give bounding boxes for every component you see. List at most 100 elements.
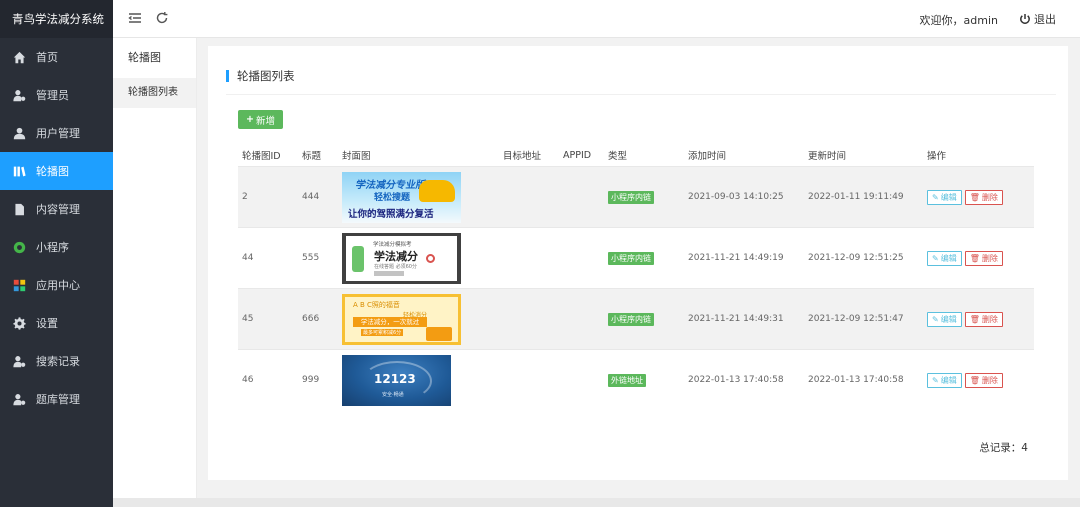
sidebar-item-label: 管理员 — [36, 89, 69, 102]
no-entry-sign-graphic — [426, 253, 435, 263]
logout-label: 退出 — [1034, 13, 1056, 26]
plus-icon: + — [246, 114, 254, 125]
sidebar-item-admin[interactable]: 管理员 — [0, 76, 113, 114]
total-records: 总记录：4 — [979, 442, 1028, 454]
edit-button[interactable]: ✎ 编辑 — [927, 250, 962, 266]
table-header: 轮播图ID 标题 封面图 目标地址 APPID 类型 添加时间 更新时间 操作 — [238, 144, 1034, 166]
delete-label: 删除 — [981, 375, 998, 385]
cover-image: 学法减分专业版 轻松搜题 让你的驾照满分复活 — [342, 171, 461, 223]
delete-button[interactable]: 🗑 删除 — [964, 372, 1003, 388]
pencil-icon: ✎ — [932, 192, 939, 202]
cell-id: 45 — [242, 314, 254, 324]
type-badge: 小程序内链 — [608, 251, 654, 265]
edit-button[interactable]: ✎ 编辑 — [927, 311, 962, 327]
truck-graphic — [426, 326, 452, 341]
cell-updated: 2021-12-09 12:51:25 — [808, 253, 904, 263]
cover-panel: 学法减分模拟考 学法减分 在线答题 必须60分 — [346, 235, 457, 281]
add-button[interactable]: + 新增 — [238, 110, 283, 129]
cell-actions: ✎ 编辑 🗑 删除 — [926, 189, 1034, 205]
cell-type: 小程序内链 — [606, 190, 686, 204]
cover-text: 让你的驾照满分复活 — [348, 208, 434, 220]
bottom-scroll-area — [113, 498, 1080, 507]
miniprogram-icon — [12, 240, 26, 254]
submenu-item-carousel-list[interactable]: 轮播图列表 — [113, 78, 196, 108]
cell-title: 555 — [302, 253, 320, 263]
cell-actions: ✎ 编辑 🗑 删除 — [926, 311, 1034, 327]
cell-added: 2021-11-21 14:49:19 — [688, 253, 784, 263]
cell-actions: ✎ 编辑 🗑 删除 — [926, 250, 1034, 266]
trash-icon: 🗑 — [969, 375, 980, 385]
cover-text: 12123 — [374, 371, 416, 386]
delete-label: 删除 — [981, 314, 998, 324]
sidebar-item-label: 题库管理 — [36, 393, 80, 406]
trash-icon: 🗑 — [969, 314, 980, 324]
menu-collapse-icon[interactable] — [128, 11, 142, 25]
gear-icon — [12, 316, 26, 330]
cell-cover: 学法减分模拟考 学法减分 在线答题 必须60分 — [338, 232, 499, 284]
add-button-label: 新增 — [255, 115, 275, 127]
cell-title: 444 — [302, 192, 320, 202]
sidebar-item-label: 轮播图 — [36, 165, 69, 178]
cell-title: 666 — [302, 314, 320, 324]
sidebar-item-apps[interactable]: 应用中心 — [0, 266, 113, 304]
table-row: 2 444 学法减分专业版 轻松搜题 让你的驾照满分复活 小程序内链 2021-… — [238, 166, 1034, 227]
cover-text: 学法减分专业版 — [354, 179, 427, 191]
sidebar-item-users[interactable]: 用户管理 — [0, 114, 113, 152]
search-record-icon — [12, 354, 26, 368]
sidebar-item-settings[interactable]: 设置 — [0, 304, 113, 342]
sidebar-item-content[interactable]: 内容管理 — [0, 190, 113, 228]
apps-icon — [12, 278, 26, 292]
cell-added: 2022-01-13 17:40:58 — [688, 375, 784, 385]
col-header-appid: APPID — [563, 149, 592, 161]
secondary-menu: 轮播图 轮播图列表 — [113, 38, 197, 507]
cell-actions: ✎ 编辑 🗑 删除 — [926, 372, 1034, 388]
trash-icon: 🗑 — [969, 192, 980, 202]
sidebar-item-label: 应用中心 — [36, 279, 80, 292]
col-header-actions: 操作 — [927, 151, 947, 162]
document-icon — [12, 202, 26, 216]
cover-image: 学法减分模拟考 学法减分 在线答题 必须60分 — [342, 232, 461, 284]
refresh-icon[interactable] — [155, 11, 169, 25]
delete-button[interactable]: 🗑 删除 — [964, 311, 1003, 327]
edit-label: 编辑 — [940, 192, 957, 202]
carousel-table: 轮播图ID 标题 封面图 目标地址 APPID 类型 添加时间 更新时间 操作 … — [238, 144, 1034, 410]
cell-cover: 学法减分专业版 轻松搜题 让你的驾照满分复活 — [338, 171, 499, 223]
delete-button[interactable]: 🗑 删除 — [964, 250, 1003, 266]
edit-button[interactable]: ✎ 编辑 — [927, 189, 962, 205]
sidebar-item-search-records[interactable]: 搜索记录 — [0, 342, 113, 380]
cell-id: 44 — [242, 253, 254, 263]
cell-added: 2021-09-03 14:10:25 — [688, 192, 784, 202]
cover-text: 学法减分，一次就过 — [353, 316, 427, 327]
welcome-text: 欢迎你，admin — [919, 14, 998, 27]
sidebar-item-miniprogram[interactable]: 小程序 — [0, 228, 113, 266]
cover-text: 最多可累积减6分 — [361, 328, 404, 336]
app-title: 青鸟学法减分系统 — [0, 0, 113, 38]
cover-text: 学法减分模拟考 — [373, 241, 412, 248]
edit-button[interactable]: ✎ 编辑 — [927, 372, 962, 388]
power-icon — [1020, 14, 1030, 24]
cell-type: 外链地址 — [606, 373, 686, 387]
sidebar-item-question-bank[interactable]: 题库管理 — [0, 380, 113, 418]
cover-text: 安全·畅通 — [382, 391, 404, 398]
home-icon — [12, 50, 26, 64]
sidebar-item-label: 内容管理 — [36, 203, 80, 216]
sidebar-item-label: 用户管理 — [36, 127, 80, 140]
pencil-icon: ✎ — [932, 253, 939, 263]
col-header-id: 轮播图ID — [242, 151, 281, 162]
type-badge: 小程序内链 — [608, 312, 654, 326]
table-row: 44 555 学法减分模拟考 学法减分 在线答题 必须60分 小程序内链 202… — [238, 227, 1034, 288]
sidebar-item-carousel[interactable]: 轮播图 — [0, 152, 113, 190]
delete-button[interactable]: 🗑 删除 — [964, 189, 1003, 205]
cover-text: 学法减分 — [374, 249, 418, 263]
cell-cover: 12123 安全·畅通 — [338, 354, 499, 406]
cell-updated: 2021-12-09 12:51:47 — [808, 314, 904, 324]
cover-bar — [374, 270, 404, 276]
col-header-title: 标题 — [302, 151, 322, 162]
cover-text: 轻松搜题 — [374, 192, 411, 203]
type-badge: 小程序内链 — [608, 190, 654, 204]
col-header-target: 目标地址 — [503, 151, 542, 162]
top-header: 欢迎你，admin 退出 — [113, 0, 1080, 38]
cell-type: 小程序内链 — [606, 251, 686, 265]
logout-button[interactable]: 退出 — [1019, 11, 1056, 27]
sidebar-item-home[interactable]: 首页 — [0, 38, 113, 76]
